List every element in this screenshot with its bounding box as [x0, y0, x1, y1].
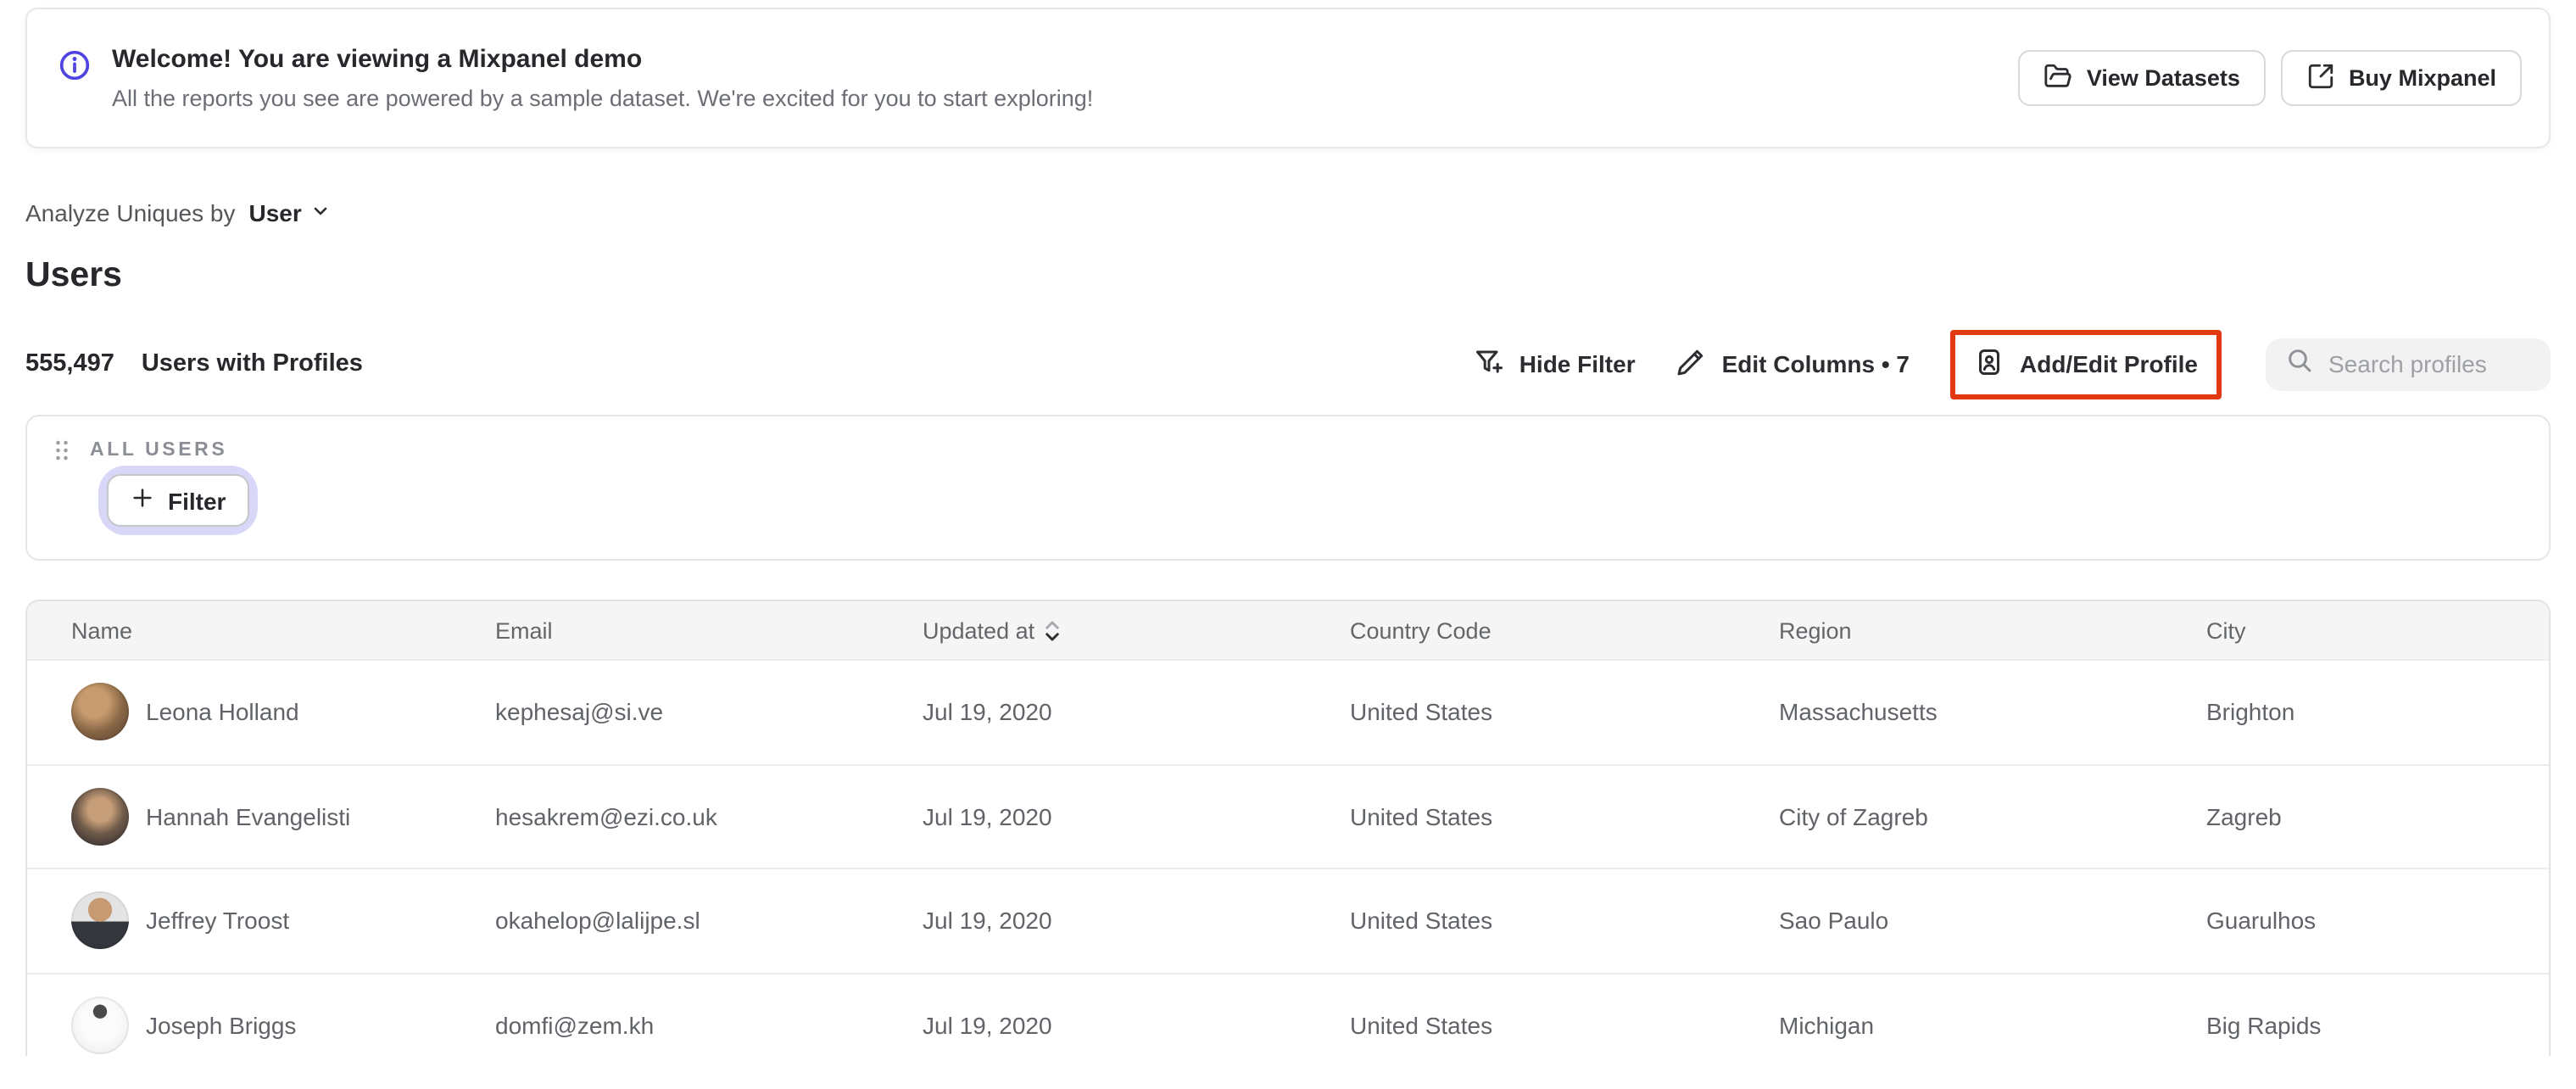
avatar	[71, 996, 129, 1054]
table-header-row: Name Email Updated at Country Code Regio…	[27, 601, 2549, 661]
users-table: Name Email Updated at Country Code Regio…	[25, 600, 2551, 1056]
filter-button-focus-ring: Filter	[107, 474, 250, 527]
column-header-region[interactable]: Region	[1779, 617, 2206, 643]
cell-region: City of Zagreb	[1779, 802, 1928, 830]
avatar	[71, 683, 129, 741]
edit-columns-button[interactable]: Edit Columns • 7	[1676, 346, 1910, 382]
cell-region: Massachusetts	[1779, 698, 1938, 726]
cell-email: hesakrem@ezi.co.uk	[495, 802, 717, 830]
cell-region: Michigan	[1779, 1011, 1875, 1039]
search-profiles-input[interactable]	[2328, 350, 2530, 377]
banner-title: Welcome! You are viewing a Mixpanel demo	[112, 44, 643, 73]
banner-actions: View Datasets Buy Mixpanel	[2018, 50, 2522, 106]
cell-updated-at: Jul 19, 2020	[923, 698, 1052, 726]
info-icon	[58, 47, 92, 90]
analyze-label: Analyze Uniques by	[25, 199, 236, 226]
table-body: Leona Holland kephesaj@si.ve Jul 19, 202…	[27, 661, 2549, 1056]
user-name: Hannah Evangelisti	[146, 802, 351, 830]
avatar	[71, 787, 129, 846]
hide-filter-label: Hide Filter	[1519, 350, 1636, 377]
cell-city: Big Rapids	[2206, 1011, 2322, 1039]
cell-updated-at: Jul 19, 2020	[923, 1011, 1052, 1039]
column-header-name[interactable]: Name	[71, 617, 495, 643]
cell-updated-at: Jul 19, 2020	[923, 907, 1052, 935]
search-profiles-box	[2266, 338, 2551, 390]
toolbar: Hide Filter Edit Columns • 7 Add/Edit Pr…	[1474, 329, 2551, 399]
external-link-icon	[2306, 61, 2335, 95]
cell-name: Joseph Briggs	[71, 996, 495, 1054]
welcome-banner: Welcome! You are viewing a Mixpanel demo…	[25, 8, 2551, 148]
sort-icon[interactable]	[1045, 619, 1060, 641]
profile-count-value: 555,497	[25, 350, 114, 377]
search-icon	[2286, 346, 2313, 382]
add-filter-label: Filter	[168, 487, 226, 514]
plus-icon	[131, 486, 154, 515]
cell-country-code: United States	[1350, 802, 1493, 830]
chevron-down-icon	[310, 199, 331, 226]
column-header-country-code[interactable]: Country Code	[1350, 617, 1779, 643]
cell-name: Jeffrey Troost	[71, 891, 495, 950]
cell-name: Leona Holland	[71, 683, 495, 741]
highlight-annotation: Add/Edit Profile	[1950, 329, 2222, 399]
id-badge-icon	[1974, 346, 2004, 382]
banner-subtitle: All the reports you see are powered by a…	[112, 85, 1094, 110]
filter-panel: ALL USERS Filter	[25, 415, 2551, 561]
folder-open-icon	[2044, 61, 2073, 95]
funnel-plus-icon	[1474, 346, 1504, 382]
cell-email: okahelop@lalijpe.sl	[495, 907, 700, 935]
page-title: Users	[25, 255, 122, 294]
hide-filter-button[interactable]: Hide Filter	[1474, 346, 1636, 382]
buy-mixpanel-button[interactable]: Buy Mixpanel	[2280, 50, 2522, 106]
column-header-city[interactable]: City	[2206, 617, 2549, 643]
cell-city: Zagreb	[2206, 802, 2282, 830]
add-filter-button[interactable]: Filter	[107, 474, 250, 527]
cell-city: Guarulhos	[2206, 907, 2317, 935]
profile-count-label: Users with Profiles	[141, 350, 363, 377]
cell-updated-at: Jul 19, 2020	[923, 802, 1052, 830]
count-toolbar-row: 555,497 Users with Profiles Hide Filter	[25, 329, 2551, 399]
profile-count: 555,497 Users with Profiles	[25, 350, 363, 377]
user-name: Jeffrey Troost	[146, 907, 290, 935]
table-row[interactable]: Leona Holland kephesaj@si.ve Jul 19, 202…	[27, 661, 2549, 765]
cell-email: domfi@zem.kh	[495, 1011, 655, 1039]
analyze-by-dropdown[interactable]: User	[249, 199, 331, 226]
page: Welcome! You are viewing a Mixpanel demo…	[0, 8, 2576, 1089]
cell-country-code: United States	[1350, 698, 1493, 726]
filter-group-label: ALL USERS	[90, 440, 228, 461]
column-header-updated-at[interactable]: Updated at	[923, 617, 1350, 643]
add-edit-profile-button[interactable]: Add/Edit Profile	[1974, 346, 2198, 382]
user-name: Joseph Briggs	[146, 1011, 297, 1039]
view-datasets-label: View Datasets	[2086, 65, 2240, 91]
cell-email: kephesaj@si.ve	[495, 698, 664, 726]
table-row[interactable]: Hannah Evangelisti hesakrem@ezi.co.uk Ju…	[27, 765, 2549, 869]
drag-handle-icon[interactable]	[54, 438, 70, 462]
edit-columns-label: Edit Columns • 7	[1721, 350, 1910, 377]
cell-name: Hannah Evangelisti	[71, 787, 495, 846]
cell-region: Sao Paulo	[1779, 907, 1889, 935]
view-datasets-button[interactable]: View Datasets	[2018, 50, 2266, 106]
table-row[interactable]: Jeffrey Troost okahelop@lalijpe.sl Jul 1…	[27, 869, 2549, 974]
table-row[interactable]: Joseph Briggs domfi@zem.kh Jul 19, 2020 …	[27, 974, 2549, 1056]
cell-city: Brighton	[2206, 698, 2295, 726]
user-name: Leona Holland	[146, 698, 299, 726]
pencil-icon	[1676, 346, 1707, 382]
analyze-row: Analyze Uniques by User	[25, 199, 2551, 226]
filter-group-header: ALL USERS	[54, 438, 2522, 462]
analyze-by-value: User	[248, 199, 302, 226]
column-header-email[interactable]: Email	[495, 617, 923, 643]
buy-mixpanel-label: Buy Mixpanel	[2348, 65, 2496, 91]
banner-text: Welcome! You are viewing a Mixpanel demo…	[112, 42, 1093, 114]
banner-message: Welcome! You are viewing a Mixpanel demo…	[58, 42, 1093, 114]
cell-country-code: United States	[1350, 907, 1493, 935]
avatar	[71, 891, 129, 950]
add-edit-profile-label: Add/Edit Profile	[2020, 350, 2198, 377]
cell-country-code: United States	[1350, 1011, 1493, 1039]
